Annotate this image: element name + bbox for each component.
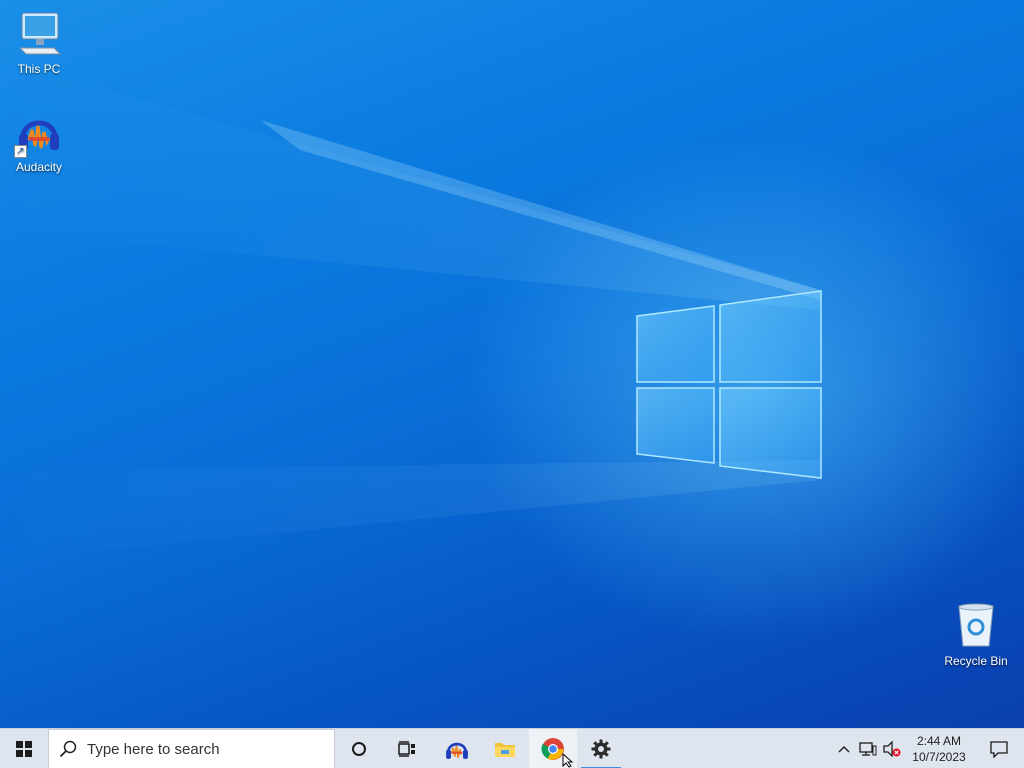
show-hidden-icons-button[interactable]	[832, 729, 856, 768]
audacity-icon: ↗	[14, 108, 64, 158]
folder-icon	[495, 743, 515, 757]
task-view-icon	[398, 741, 415, 757]
windows-logo-wallpaper	[636, 290, 822, 479]
search-placeholder: Type here to search	[87, 740, 220, 758]
cortana-circle-icon	[352, 742, 366, 756]
shortcut-arrow-icon: ↗	[14, 145, 27, 158]
desktop-icon-label: Recycle Bin	[944, 654, 1008, 668]
computer-icon	[14, 10, 64, 60]
desktop[interactable]: This PC ↗ Audacity Recycle Bin	[0, 0, 1024, 728]
task-view-button[interactable]	[383, 729, 431, 768]
gear-icon	[591, 739, 611, 759]
recycle-bin-icon	[951, 602, 1001, 652]
volume-muted-icon	[883, 741, 901, 757]
action-center-button[interactable]	[974, 729, 1024, 768]
taskbar: Type here to search 2:44 AM 10/7/2023	[0, 728, 1024, 768]
clock[interactable]: 2:44 AM 10/7/2023	[904, 733, 974, 765]
desktop-icon-this-pc[interactable]: This PC	[0, 10, 78, 76]
clock-date: 10/7/2023	[912, 750, 966, 764]
wallpaper-beams	[0, 60, 822, 560]
chevron-up-icon	[838, 746, 850, 753]
cortana-button[interactable]	[335, 729, 383, 768]
network-button[interactable]	[856, 729, 880, 768]
taskbar-file-explorer-button[interactable]	[481, 729, 529, 768]
network-icon	[859, 742, 877, 756]
taskbar-audacity-button[interactable]	[433, 729, 481, 768]
search-input[interactable]: Type here to search	[48, 729, 335, 768]
windows-logo-icon	[16, 741, 32, 757]
system-tray: 2:44 AM 10/7/2023	[832, 729, 1024, 768]
audacity-icon	[446, 742, 468, 759]
action-center-icon	[990, 740, 1008, 758]
desktop-icon-label: Audacity	[15, 160, 63, 174]
desktop-icon-audacity[interactable]: ↗ Audacity	[0, 108, 78, 174]
desktop-icon-label: This PC	[17, 62, 61, 76]
search-icon	[59, 740, 77, 758]
volume-button[interactable]	[880, 729, 904, 768]
desktop-icon-recycle-bin[interactable]: Recycle Bin	[936, 602, 1016, 668]
mouse-cursor-icon	[562, 753, 574, 768]
clock-time: 2:44 AM	[916, 734, 962, 748]
taskbar-settings-button[interactable]	[577, 729, 625, 768]
start-button[interactable]	[0, 729, 48, 768]
